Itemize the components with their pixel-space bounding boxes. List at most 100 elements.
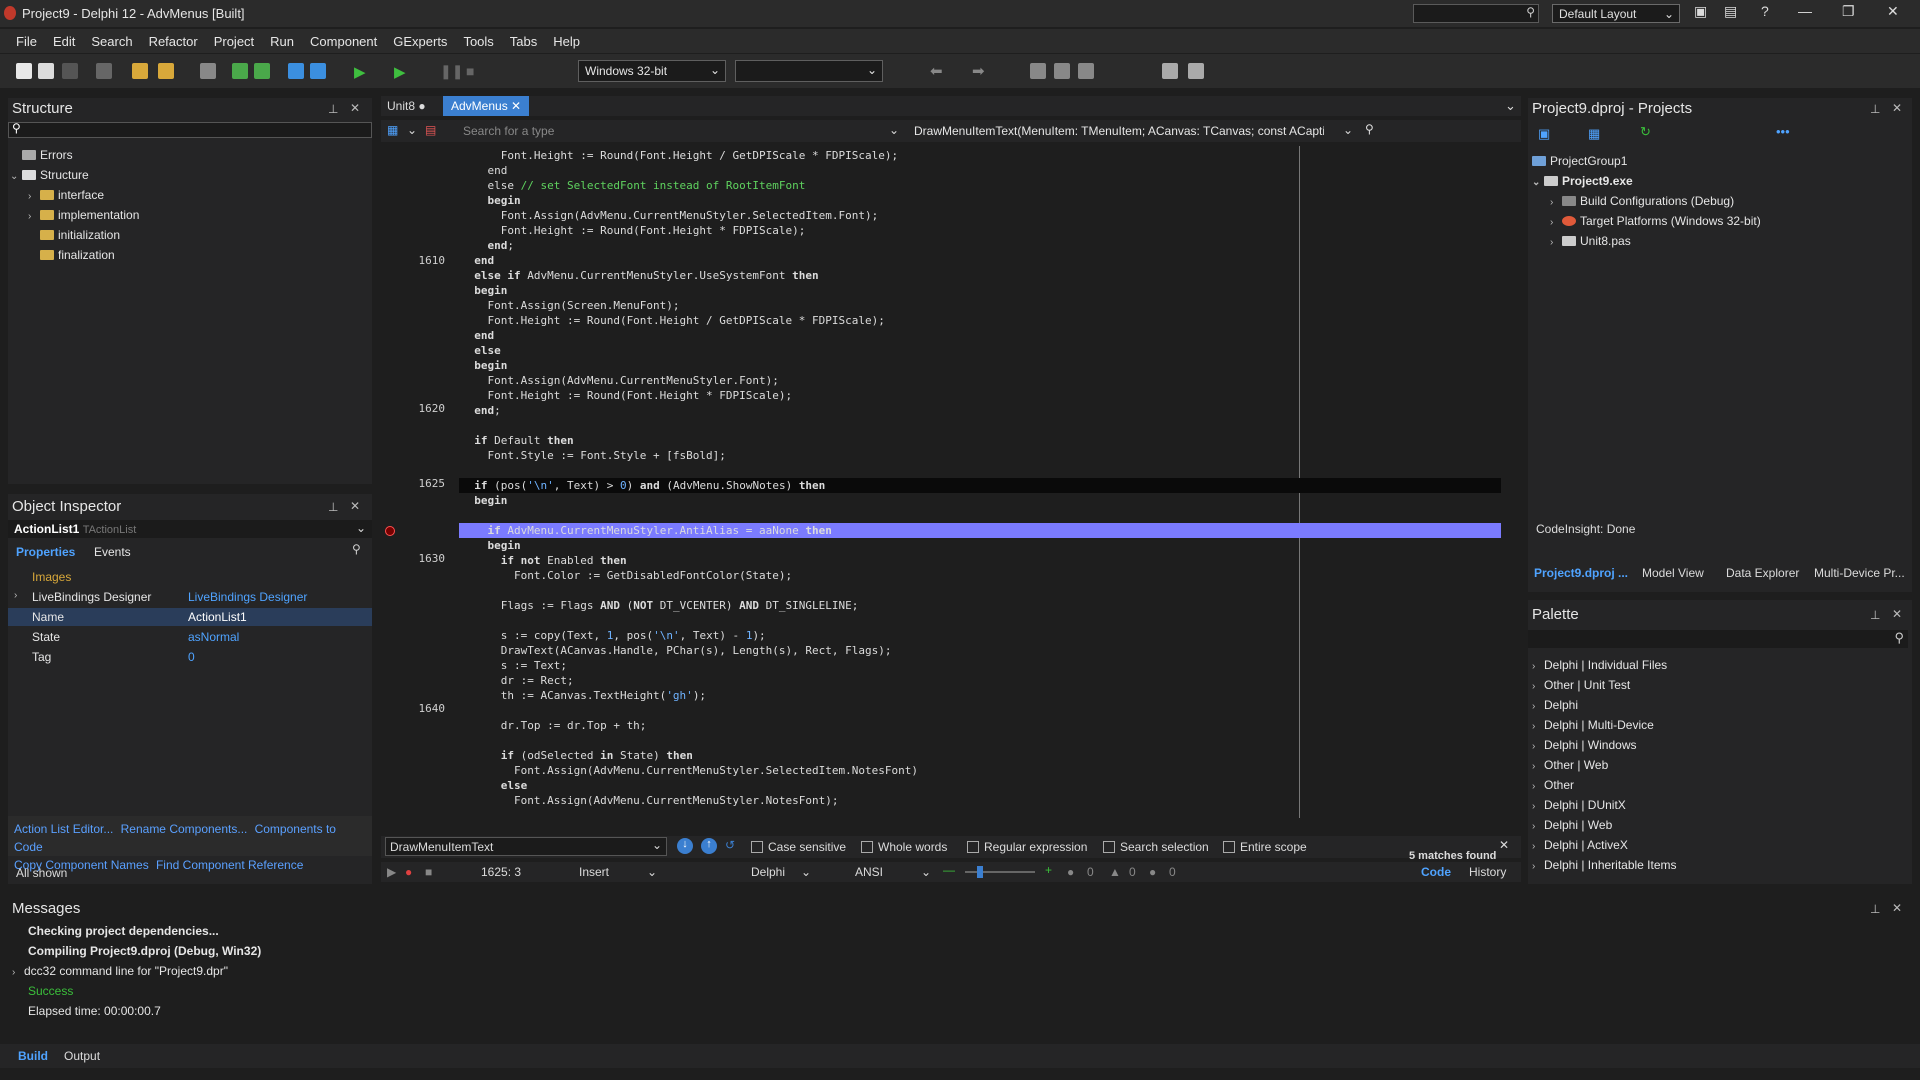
tree-item-initialization[interactable]: initialization — [40, 228, 120, 242]
language-select[interactable]: Delphi — [751, 865, 785, 879]
pause-icon[interactable]: ❚❚ — [440, 63, 463, 80]
tree-item-interface[interactable]: › interface — [28, 188, 104, 202]
new-items-icon[interactable] — [38, 63, 54, 79]
chevron-down-icon[interactable]: ⌄ — [1532, 177, 1544, 188]
chevron-right-icon[interactable]: › — [1532, 781, 1544, 792]
tools-icon[interactable] — [1188, 63, 1204, 79]
prop-row[interactable]: Images — [8, 570, 372, 588]
prop-row-selected[interactable]: Name ActionList1 — [8, 608, 372, 626]
close-icon[interactable]: ✕ — [511, 99, 521, 113]
action-list-editor-link[interactable]: Action List Editor... — [14, 822, 113, 836]
palette-category[interactable]: › Delphi | Inheritable Items — [1532, 858, 1677, 872]
find-previous-icon[interactable]: ↑ — [701, 838, 717, 854]
tab-unit8[interactable]: Unit8 ● — [387, 99, 426, 113]
find-input[interactable]: DrawMenuItemText ⌄ — [385, 837, 667, 856]
layout-manage-icon[interactable]: ▤ — [1724, 3, 1737, 20]
menu-project[interactable]: Project — [206, 34, 262, 49]
open-icon[interactable] — [158, 63, 174, 79]
title-search-input[interactable]: ⚲ — [1413, 4, 1539, 23]
unit-node[interactable]: › Unit8.pas — [1550, 234, 1631, 248]
method-selector[interactable]: DrawMenuItemText(MenuItem: TMenuItem; AC… — [914, 124, 1324, 138]
type-icon[interactable]: ▦ — [387, 123, 398, 137]
chevron-down-icon[interactable]: ⌄ — [647, 865, 657, 879]
find-next-icon[interactable]: ↓ — [677, 838, 693, 854]
menu-gexperts[interactable]: GExperts — [385, 34, 455, 49]
palette-category[interactable]: › Delphi | DUnitX — [1532, 798, 1626, 812]
forward-icon[interactable]: ➡ — [972, 62, 985, 80]
open-project-icon[interactable] — [132, 63, 148, 79]
palette-search-input[interactable]: ⚲ — [1528, 630, 1908, 648]
save-icon[interactable] — [200, 63, 216, 79]
help-icon[interactable]: ? — [1761, 3, 1769, 19]
search-icon[interactable]: ⚲ — [1365, 122, 1374, 136]
breakpoint-icon[interactable] — [385, 526, 395, 536]
tree-item-finalization[interactable]: finalization — [40, 248, 115, 262]
tab-properties[interactable]: Properties — [16, 545, 75, 559]
prop-row[interactable]: State asNormal — [8, 630, 372, 648]
case-sensitive-checkbox[interactable]: Case sensitive — [751, 840, 846, 854]
record-icon[interactable]: ● — [405, 865, 412, 879]
insert-mode[interactable]: Insert — [579, 865, 609, 879]
project-group[interactable]: ProjectGroup1 — [1532, 154, 1627, 168]
more-icon[interactable]: ••• — [1776, 124, 1790, 139]
palette-category[interactable]: › Delphi | Windows — [1532, 738, 1636, 752]
tab-projects[interactable]: Project9.dproj ... — [1534, 566, 1628, 580]
palette-category[interactable]: › Other | Unit Test — [1532, 678, 1630, 692]
tree-item-implementation[interactable]: › implementation — [28, 208, 139, 222]
tab-data-explorer[interactable]: Data Explorer — [1726, 566, 1799, 580]
code-editor[interactable]: 1610 1620 1625 1630 1640 Font.Height := … — [381, 146, 1521, 818]
structure-filter-input[interactable]: ⚲ — [8, 121, 372, 138]
chevron-right-icon[interactable]: › — [1532, 801, 1544, 812]
menu-run[interactable]: Run — [262, 34, 302, 49]
toggle-form-icon[interactable] — [288, 63, 304, 79]
menu-help[interactable]: Help — [545, 34, 588, 49]
prop-row[interactable]: Tag 0 — [8, 650, 372, 668]
chevron-down-icon[interactable]: ⌄ — [10, 171, 22, 182]
close-icon[interactable]: ✕ — [1892, 607, 1902, 621]
close-icon[interactable]: ✕ — [1499, 838, 1509, 852]
method-icon[interactable]: ▤ — [425, 123, 436, 137]
tab-advmenus[interactable]: AdvMenus ✕ — [443, 96, 530, 116]
palette-category[interactable]: › Delphi | Web — [1532, 818, 1612, 832]
chevron-right-icon[interactable]: › — [1550, 197, 1562, 208]
chevron-right-icon[interactable]: › — [1532, 661, 1544, 672]
chevron-down-icon[interactable]: ⌄ — [921, 865, 931, 879]
chevron-right-icon[interactable]: › — [1532, 861, 1544, 872]
chevron-right-icon[interactable]: › — [28, 211, 40, 222]
pin-icon[interactable]: ⊥ — [1870, 902, 1880, 916]
message-line[interactable]: › dcc32 command line for "Project9.dpr" — [12, 964, 228, 978]
search-selection-checkbox[interactable]: Search selection — [1103, 840, 1209, 854]
chevron-right-icon[interactable]: › — [1532, 821, 1544, 832]
pin-icon[interactable]: ⊥ — [1870, 608, 1880, 622]
tab-model-view[interactable]: Model View — [1642, 566, 1704, 580]
zoom-out-icon[interactable]: — — [943, 863, 955, 877]
copy-icon[interactable] — [62, 63, 78, 79]
chevron-down-icon[interactable]: ⌄ — [801, 865, 811, 879]
stop-icon[interactable]: ■ — [466, 63, 474, 79]
stop-icon[interactable]: ■ — [425, 865, 432, 879]
encoding-select[interactable]: ANSI — [855, 865, 883, 879]
bring-front-icon[interactable] — [1054, 63, 1070, 79]
chevron-right-icon[interactable]: › — [1532, 761, 1544, 772]
close-button[interactable]: ✕ — [1887, 3, 1899, 20]
chevron-right-icon[interactable]: › — [28, 191, 40, 202]
chevron-right-icon[interactable]: › — [1532, 841, 1544, 852]
palette-category[interactable]: › Other | Web — [1532, 758, 1608, 772]
tab-events[interactable]: Events — [94, 545, 131, 559]
revert-icon[interactable] — [96, 63, 112, 79]
chevron-right-icon[interactable]: › — [1532, 741, 1544, 752]
chevron-right-icon[interactable]: › — [1532, 681, 1544, 692]
find-component-reference-link[interactable]: Find Component Reference — [156, 858, 303, 872]
target-platforms-node[interactable]: › Target Platforms (Windows 32-bit) — [1550, 214, 1761, 228]
palette-category[interactable]: › Delphi | Individual Files — [1532, 658, 1667, 672]
tree-item-structure[interactable]: ⌄ Structure — [10, 168, 89, 182]
menu-tabs[interactable]: Tabs — [502, 34, 545, 49]
layout-save-icon[interactable]: ▣ — [1694, 3, 1707, 20]
zoom-in-icon[interactable]: + — [1045, 863, 1052, 877]
menu-component[interactable]: Component — [302, 34, 385, 49]
back-icon[interactable]: ⬅ — [930, 62, 943, 80]
deploy-icon[interactable] — [1162, 63, 1178, 79]
prop-row[interactable]: › LiveBindings Designer LiveBindings Desig… — [8, 590, 372, 608]
config-select[interactable]: ⌄ — [735, 60, 883, 82]
close-icon[interactable]: ✕ — [1892, 101, 1902, 115]
